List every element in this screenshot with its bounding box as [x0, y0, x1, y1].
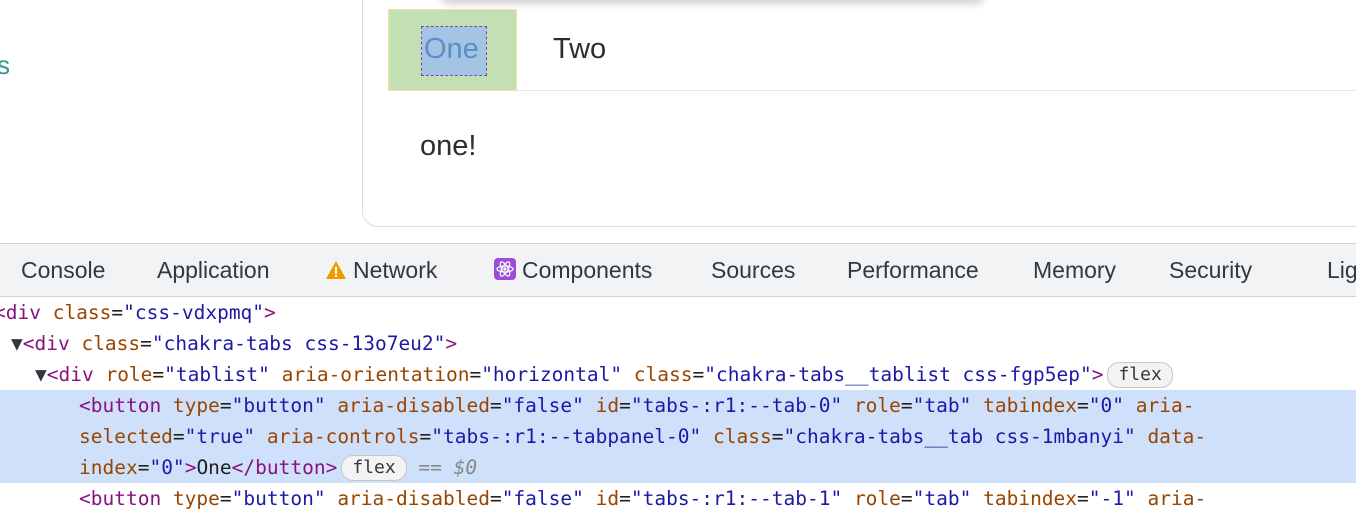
devtools-tab-bar: Console Application Network Components S…: [0, 243, 1356, 297]
attr-value: "tabs-:r1:--tab-0": [630, 394, 843, 417]
attr-value: "tabs-:r1:--tabpanel-0": [431, 425, 702, 448]
tab-performance[interactable]: Performance: [847, 257, 979, 284]
elements-tree: <div class="css-vdxpmq"> ▼<div class="ch…: [0, 297, 1356, 510]
tab-sources-label: Sources: [711, 257, 796, 283]
tab-components-label: Components: [522, 257, 653, 283]
tag-open: <button: [79, 394, 173, 417]
inspect-highlight-content: One: [421, 26, 487, 76]
attr-value: "0": [149, 456, 185, 479]
tab-two-label: Two: [553, 33, 607, 65]
dom-node-button-line-2: selected="true" aria-controls="tabs-:r1:…: [79, 425, 1207, 448]
tab-memory-label: Memory: [1033, 257, 1117, 283]
attr-name: role: [105, 363, 153, 386]
tab-lighthouse-label: Lig: [1327, 257, 1356, 283]
dom-node-button-line-1: <button type="button" aria-disabled="fal…: [79, 394, 1195, 417]
partial-link-text[interactable]: s: [0, 50, 10, 81]
dom-node-tablist[interactable]: ▼<div role="tablist" aria-orientation="h…: [35, 359, 1173, 390]
tab-two[interactable]: Two: [520, 9, 650, 91]
attr-value: "chakra-tabs__tablist css-fgp5ep": [704, 363, 1092, 386]
tab-security-label: Security: [1169, 257, 1253, 283]
attr-name: aria-orientation: [281, 363, 470, 386]
tab-network[interactable]: Network: [325, 257, 437, 284]
tab-security[interactable]: Security: [1169, 257, 1252, 284]
react-icon: [494, 258, 516, 280]
attr-name: index: [79, 456, 138, 479]
attr-name: class: [633, 363, 693, 386]
tab-lighthouse[interactable]: Lig: [1327, 257, 1356, 284]
attr-name: aria-disabled: [337, 394, 490, 417]
tab-console-label: Console: [21, 257, 106, 283]
tab-one[interactable]: One: [388, 9, 517, 91]
tab-network-label: Network: [353, 257, 438, 283]
attr-value: "css-vdxpmq": [123, 301, 265, 324]
dom-node-chakra-tabs[interactable]: ▼<div class="chakra-tabs css-13o7eu2">: [11, 328, 457, 359]
dom-node-div-vdxpmq[interactable]: <div class="css-vdxpmq">: [0, 297, 276, 328]
tag-open: <div: [0, 301, 41, 324]
attr-value: "0": [1088, 394, 1125, 417]
attr-value: "true": [184, 425, 256, 448]
attr-value: "tablist": [164, 363, 270, 386]
attr-name: aria-: [1135, 394, 1195, 417]
tab-panel-text: one!: [420, 130, 477, 162]
tab-application-label: Application: [157, 257, 270, 283]
tab-performance-label: Performance: [847, 257, 979, 283]
attr-name: data-: [1147, 425, 1207, 448]
flex-badge[interactable]: flex: [1107, 362, 1173, 388]
dom-node-button-line-3: index="0">One</button> flex == $0: [79, 455, 478, 481]
attr-value: "button": [231, 394, 326, 417]
page-viewport: s One Two one!: [0, 0, 1356, 243]
attr-value: "chakra-tabs__tab css-1mbanyi": [783, 425, 1136, 448]
attr-value: "horizontal": [481, 363, 623, 386]
attr-value: "tab": [912, 394, 972, 417]
attr-name: class: [52, 301, 112, 324]
tab-components[interactable]: Components: [494, 257, 652, 284]
tag-close: >: [184, 456, 197, 479]
node-text: One: [196, 456, 232, 479]
equals-sign: ==: [418, 456, 442, 479]
tag-end: </button>: [231, 456, 338, 479]
attr-name: role: [853, 394, 901, 417]
attr-name: class: [713, 425, 772, 448]
tab-application[interactable]: Application: [157, 257, 270, 284]
tag-close: >: [1091, 363, 1104, 386]
selected-node-ref: $0: [453, 456, 478, 479]
tab-sources[interactable]: Sources: [711, 257, 795, 284]
warning-icon: [326, 261, 346, 279]
attr-name: aria-controls: [266, 425, 420, 448]
flex-badge[interactable]: flex: [341, 455, 407, 481]
tag-open: <div: [46, 363, 106, 386]
attr-name: type: [172, 394, 220, 417]
attr-name: id: [595, 394, 620, 417]
tab-console[interactable]: Console: [21, 257, 105, 284]
expand-triangle-icon[interactable]: ▼: [35, 363, 47, 386]
tag-close: >: [445, 332, 458, 355]
attr-name: class: [81, 332, 141, 355]
tab-one-label: One: [424, 33, 479, 65]
attr-value: "false": [501, 394, 584, 417]
tag-open: <div: [22, 332, 82, 355]
selected-dom-node[interactable]: <button type="button" aria-disabled="fal…: [0, 390, 1356, 483]
devtools-panel: Console Application Network Components S…: [0, 243, 1356, 510]
tag-close: >: [264, 301, 276, 324]
attr-name: tabindex: [983, 394, 1078, 417]
attr-value: "chakra-tabs css-13o7eu2": [151, 332, 446, 355]
tab-memory[interactable]: Memory: [1033, 257, 1116, 284]
attr-name: selected: [79, 425, 173, 448]
expand-triangle-icon[interactable]: ▼: [11, 332, 23, 355]
